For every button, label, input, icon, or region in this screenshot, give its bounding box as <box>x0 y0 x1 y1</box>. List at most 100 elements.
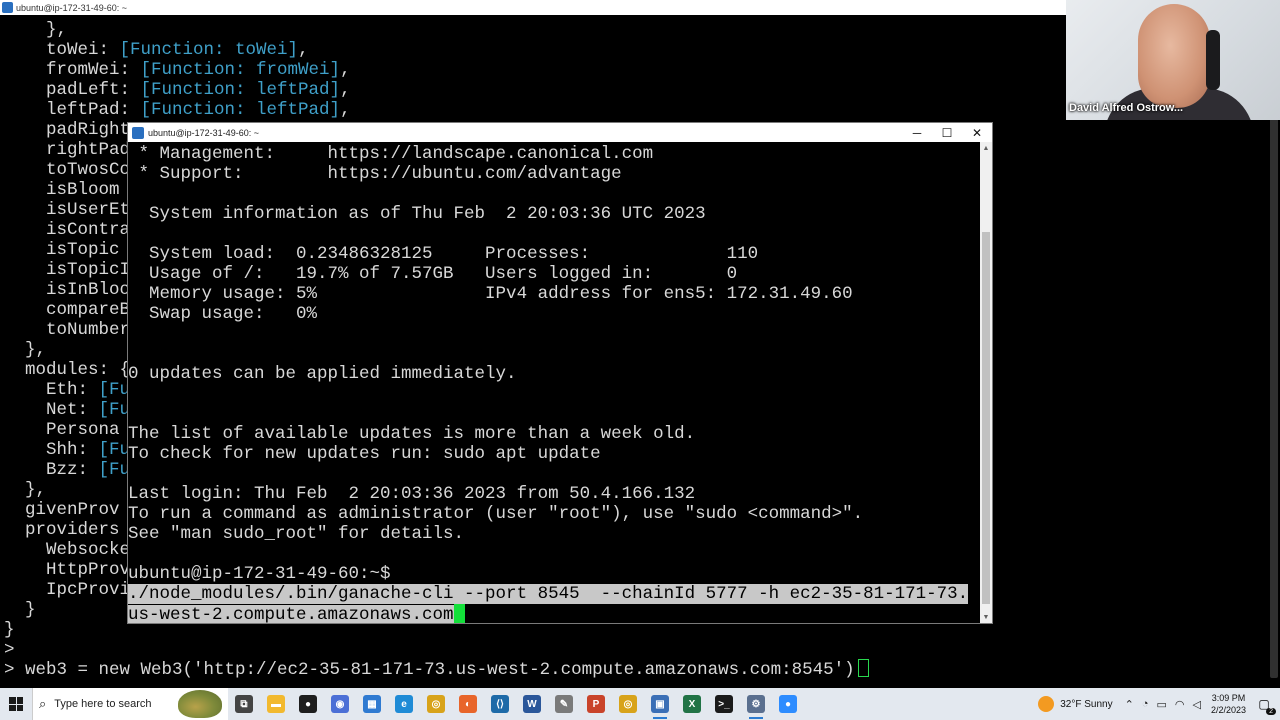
minimize-button[interactable]: ─ <box>902 123 932 142</box>
foreground-terminal[interactable]: * Management: https://landscape.canonica… <box>128 142 980 623</box>
line-text: toTwosCo <box>4 160 131 180</box>
foreground-scrollbar-thumb[interactable] <box>982 232 990 604</box>
line-text: }, <box>4 20 68 40</box>
taskbar-app-button[interactable]: ● <box>772 688 804 720</box>
taskbar-app-button[interactable]: >_ <box>708 688 740 720</box>
weather-condition: Sunny <box>1084 698 1113 710</box>
scroll-up-arrow-icon[interactable]: ▲ <box>980 142 992 154</box>
line-text: }, <box>4 340 47 360</box>
wifi-icon[interactable]: ◠ <box>1175 698 1185 711</box>
foreground-terminal-window[interactable]: ubuntu@ip-172-31-49-60: ~ ─ ☐ ✕ * Manage… <box>127 122 993 624</box>
taskbar-app-button[interactable]: e <box>388 688 420 720</box>
terminal-line: To run a command as administrator (user … <box>128 504 864 524</box>
chrome-beta-icon: ● <box>299 695 317 713</box>
terminal-line: System information as of Thu Feb 2 20:03… <box>128 204 706 224</box>
line-text: isTopic <box>4 240 120 260</box>
taskbar-app-button[interactable]: ▬ <box>260 688 292 720</box>
taskbar-search[interactable]: ⌕ <box>32 688 228 720</box>
line-text: isInBloo <box>4 280 131 300</box>
clock-date: 2/2/2023 <box>1210 705 1246 715</box>
participant-face <box>1138 4 1210 108</box>
terminal-line: Memory usage: 5% IPv4 address for ens5: … <box>128 284 853 304</box>
taskbar-app-button[interactable]: ◎ <box>420 688 452 720</box>
function-value: [Fu <box>98 380 131 400</box>
store-icon: ▦ <box>363 695 381 713</box>
putty-icon: ⚙ <box>747 695 765 713</box>
taskbar-app-button[interactable]: ▦ <box>356 688 388 720</box>
powerpoint-icon: P <box>587 695 605 713</box>
search-input[interactable] <box>54 698 175 710</box>
function-value: [Function: leftPad] <box>140 100 341 120</box>
webcam-video: David Alfred Ostrow... <box>1066 0 1280 120</box>
weather-widget[interactable]: 32°F Sunny <box>1038 696 1113 712</box>
terminal-line: The list of available updates is more th… <box>128 424 696 444</box>
search-icon: ⌕ <box>39 696 47 711</box>
terminal-line: 0 updates can be applied immediately. <box>128 364 517 384</box>
scroll-down-arrow-icon[interactable]: ▼ <box>980 611 992 623</box>
sun-icon <box>1038 696 1055 712</box>
foreground-window-titlebar[interactable]: ubuntu@ip-172-31-49-60: ~ ─ ☐ ✕ <box>128 123 992 142</box>
line-text: Net: <box>4 400 99 420</box>
taskbar-app-button[interactable]: ✎ <box>548 688 580 720</box>
background-terminal-line: compareB <box>4 300 130 320</box>
background-window-titlebar[interactable]: ubuntu@ip-172-31-49-60: ~ <box>0 0 1068 15</box>
chrome-icon: ◎ <box>427 695 445 713</box>
maximize-button[interactable]: ☐ <box>932 123 962 142</box>
windows-logo-icon <box>9 697 23 711</box>
line-text: compareB <box>4 300 131 320</box>
node-command: > web3 = new Web3('http://ec2-35-81-171-… <box>4 660 855 680</box>
terminal-line: System load: 0.23486328125 Processes: 11… <box>128 244 759 264</box>
background-terminal-line: isUserEt <box>4 200 130 220</box>
search-highlight-image <box>178 690 222 718</box>
function-value: [Function: fromWei] <box>140 60 341 80</box>
taskbar-app-button[interactable]: ⧉ <box>228 688 260 720</box>
notification-count: 2 <box>1266 708 1276 715</box>
system-tray: 32°F Sunny ⌃ ◔ ▭ ◠ ◁ 3:09 PM 2/2/2023 ▢ 2 <box>1038 688 1280 720</box>
foreground-scrollbar[interactable]: ▲ ▼ <box>980 142 992 623</box>
edge-icon: e <box>395 695 413 713</box>
background-terminal-line: Net: [Fu <box>4 400 130 420</box>
notification-icon[interactable]: ▢ 2 <box>1254 694 1276 715</box>
background-window-title: ubuntu@ip-172-31-49-60: ~ <box>16 2 127 13</box>
vscode-icon: ⟨⟩ <box>491 695 509 713</box>
line-text: HttpProv <box>4 560 131 580</box>
taskbar-app-button[interactable]: ▣ <box>644 688 676 720</box>
taskbar-app-button[interactable]: ● <box>292 688 324 720</box>
close-button[interactable]: ✕ <box>962 123 992 142</box>
taskbar: ⌕ ⧉ ▬ ● ◉ ▦ e ◎ ◐ ⟨⟩ W ✎ P ◎ ▣ X >_ ⚙ ● 32°F Sunny ⌃ ◔ ▭ … <box>0 688 1280 720</box>
background-terminal-line: Bzz: [Fu <box>4 460 130 480</box>
line-text: IpcProvi <box>4 580 131 600</box>
taskbar-app-button[interactable]: P <box>580 688 612 720</box>
background-terminal-line: givenProv <box>4 500 120 520</box>
line-text: givenProv <box>4 500 120 520</box>
chevron-up-icon[interactable]: ⌃ <box>1125 698 1134 711</box>
battery-icon[interactable]: ▭ <box>1156 698 1166 711</box>
taskbar-app-button[interactable]: ⟨⟩ <box>484 688 516 720</box>
volume-icon[interactable]: ◁ <box>1192 698 1200 711</box>
line-text: leftPad: <box>4 100 141 120</box>
line-text: } <box>4 620 15 640</box>
network-icon[interactable]: ◔ <box>1142 698 1149 710</box>
line-punct: , <box>340 100 351 120</box>
browser-icon: ◉ <box>331 695 349 713</box>
taskbar-app-button[interactable]: ⚙ <box>740 688 772 720</box>
background-scrollbar-thumb[interactable] <box>1270 55 1278 678</box>
start-button[interactable] <box>0 688 32 720</box>
taskbar-app-button[interactable]: X <box>676 688 708 720</box>
taskbar-app-button[interactable]: ◐ <box>452 688 484 720</box>
line-text: Shh: <box>4 440 99 460</box>
taskbar-app-button[interactable]: W <box>516 688 548 720</box>
terminal-line: To check for new updates run: sudo apt u… <box>128 444 601 464</box>
taskbar-app-button[interactable]: ◉ <box>324 688 356 720</box>
terminal-line: ubuntu@ip-172-31-49-60:~$ <box>128 564 391 584</box>
taskbar-app-button[interactable]: ◎ <box>612 688 644 720</box>
chrome-2-icon: ◎ <box>619 695 637 713</box>
text-cursor-icon <box>453 604 465 623</box>
line-text: fromWei: <box>4 60 141 80</box>
line-text: Persona <box>4 420 120 440</box>
selected-command-line: ./node_modules/.bin/ganache-cli --port 8… <box>128 584 969 604</box>
clock[interactable]: 3:09 PM 2/2/2023 <box>1211 692 1246 716</box>
photos-icon: ▣ <box>651 695 669 713</box>
participant-name: David Alfred Ostrow... <box>1069 102 1184 114</box>
line-punct: , <box>340 60 351 80</box>
